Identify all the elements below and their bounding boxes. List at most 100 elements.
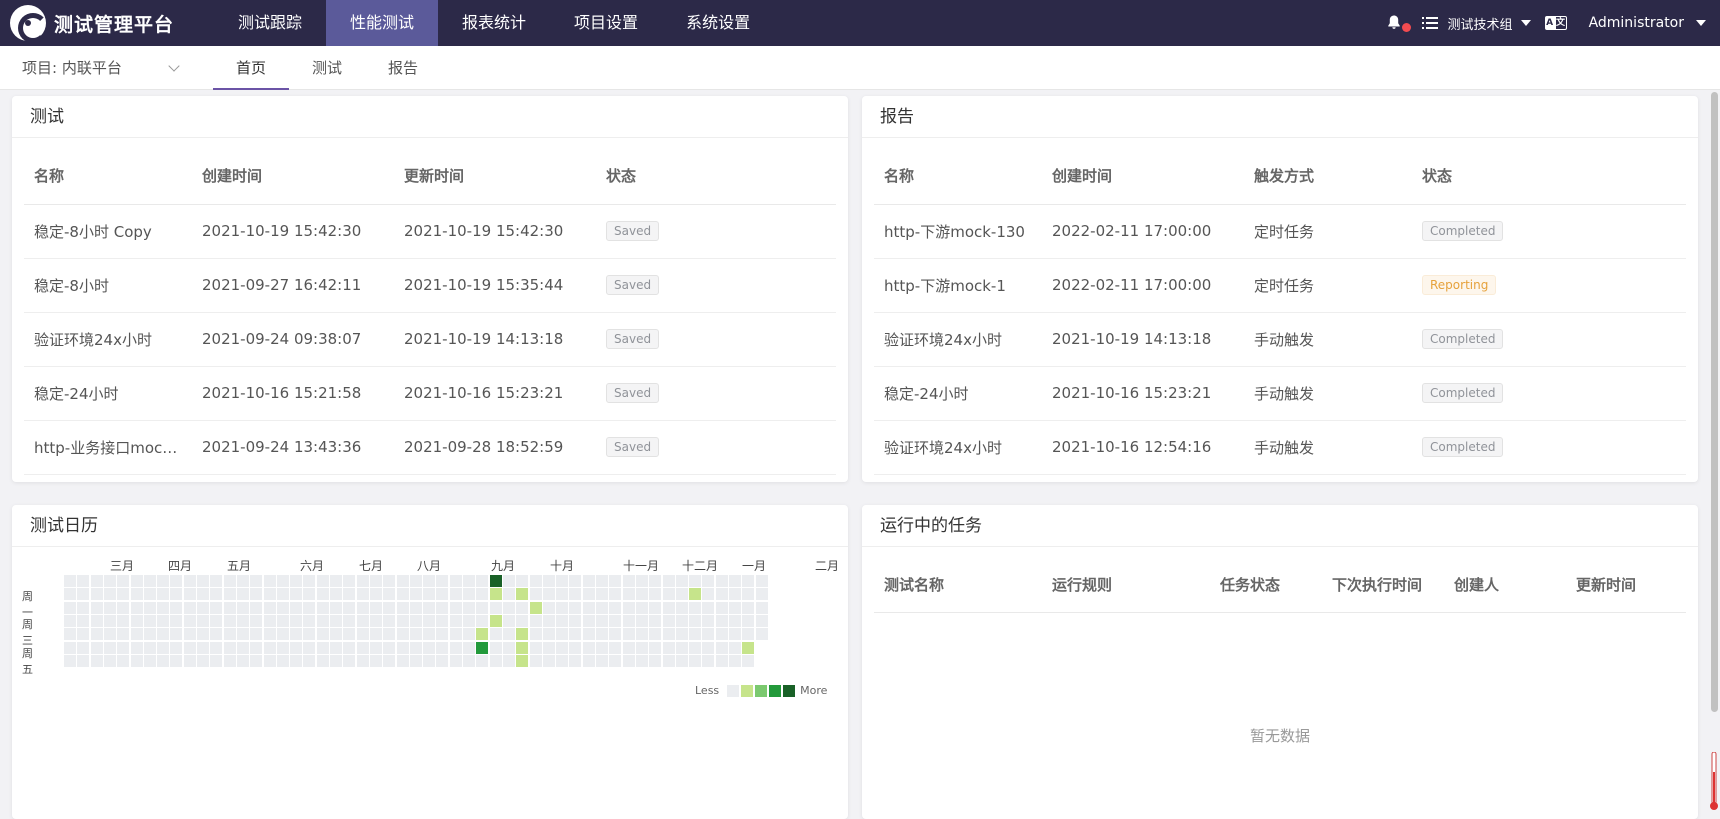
calendar-day-cell[interactable] bbox=[662, 575, 675, 587]
report-name[interactable]: http-下游mock-130 bbox=[874, 204, 1042, 259]
calendar-day-cell[interactable] bbox=[170, 654, 183, 667]
nav-system-settings[interactable]: 系统设置 bbox=[662, 0, 774, 46]
calendar-day-cell[interactable] bbox=[489, 575, 502, 587]
calendar-day-cell[interactable] bbox=[622, 654, 635, 667]
calendar-day-cell[interactable] bbox=[343, 588, 356, 601]
calendar-day-cell[interactable] bbox=[157, 575, 170, 587]
calendar-day-cell[interactable] bbox=[90, 654, 103, 667]
calendar-day-cell[interactable] bbox=[383, 614, 396, 627]
calendar-day-cell[interactable] bbox=[383, 575, 396, 587]
calendar-day-cell[interactable] bbox=[755, 601, 768, 614]
calendar-day-cell[interactable] bbox=[516, 654, 529, 667]
calendar-day-cell[interactable] bbox=[569, 628, 582, 641]
calendar-day-cell[interactable] bbox=[170, 588, 183, 601]
calendar-day-cell[interactable] bbox=[463, 641, 475, 654]
calendar-day-cell[interactable] bbox=[197, 601, 209, 614]
calendar-day-cell[interactable] bbox=[143, 641, 156, 654]
calendar-day-cell[interactable] bbox=[236, 628, 249, 641]
calendar-day-cell[interactable] bbox=[609, 588, 622, 601]
calendar-day-cell[interactable] bbox=[742, 575, 755, 587]
calendar-day-cell[interactable] bbox=[436, 614, 449, 627]
calendar-day-cell[interactable] bbox=[702, 601, 715, 614]
calendar-day-cell[interactable] bbox=[689, 628, 702, 641]
calendar-day-cell[interactable] bbox=[556, 601, 569, 614]
calendar-day-cell[interactable] bbox=[556, 614, 569, 627]
calendar-day-cell[interactable] bbox=[303, 628, 316, 641]
calendar-day-cell[interactable] bbox=[436, 601, 449, 614]
table-row[interactable]: http-下游mock-1 2022-02-11 17:00:00 定时任务 Repo… bbox=[874, 258, 1686, 313]
calendar-day-cell[interactable] bbox=[742, 601, 755, 614]
calendar-day-cell[interactable] bbox=[476, 614, 489, 627]
calendar-day-cell[interactable] bbox=[290, 641, 303, 654]
calendar-day-cell[interactable] bbox=[330, 601, 342, 614]
calendar-day-cell[interactable] bbox=[383, 654, 396, 667]
calendar-day-cell[interactable] bbox=[622, 588, 635, 601]
calendar-day-cell[interactable] bbox=[556, 654, 569, 667]
calendar-day-cell[interactable] bbox=[369, 575, 382, 587]
user-menu[interactable]: Administrator bbox=[1589, 15, 1684, 31]
calendar-day-cell[interactable] bbox=[423, 575, 436, 587]
calendar-day-cell[interactable] bbox=[569, 654, 582, 667]
calendar-day-cell[interactable] bbox=[383, 588, 396, 601]
calendar-day-cell[interactable] bbox=[117, 601, 130, 614]
calendar-day-cell[interactable] bbox=[130, 588, 143, 601]
test-name[interactable]: 稳定-8小时 Copy bbox=[24, 204, 192, 259]
calendar-day-cell[interactable] bbox=[715, 588, 728, 601]
calendar-day-cell[interactable] bbox=[596, 601, 608, 614]
calendar-day-cell[interactable] bbox=[223, 575, 236, 587]
calendar-day-cell[interactable] bbox=[343, 614, 356, 627]
calendar-day-cell[interactable] bbox=[715, 614, 728, 627]
calendar-day-cell[interactable] bbox=[263, 575, 276, 587]
calendar-day-cell[interactable] bbox=[409, 614, 422, 627]
calendar-day-cell[interactable] bbox=[489, 601, 502, 614]
calendar-day-cell[interactable] bbox=[330, 654, 342, 667]
calendar-day-cell[interactable] bbox=[77, 628, 90, 641]
calendar-day-cell[interactable] bbox=[542, 575, 555, 587]
calendar-day-cell[interactable] bbox=[675, 614, 688, 627]
calendar-day-cell[interactable] bbox=[502, 614, 515, 627]
calendar-day-cell[interactable] bbox=[157, 614, 170, 627]
calendar-day-cell[interactable] bbox=[476, 601, 489, 614]
calendar-day-cell[interactable] bbox=[409, 588, 422, 601]
bell-icon[interactable] bbox=[1386, 14, 1411, 32]
calendar-day-cell[interactable] bbox=[635, 654, 648, 667]
calendar-day-cell[interactable] bbox=[303, 601, 316, 614]
calendar-day-cell[interactable] bbox=[316, 628, 329, 641]
calendar-day-cell[interactable] bbox=[529, 654, 542, 667]
calendar-day-cell[interactable] bbox=[223, 628, 236, 641]
calendar-day-cell[interactable] bbox=[316, 588, 329, 601]
calendar-day-cell[interactable] bbox=[77, 641, 90, 654]
calendar-day-cell[interactable] bbox=[649, 654, 662, 667]
calendar-day-cell[interactable] bbox=[210, 641, 223, 654]
calendar-day-cell[interactable] bbox=[569, 614, 582, 627]
calendar-day-cell[interactable] bbox=[103, 641, 116, 654]
calendar-day-cell[interactable] bbox=[635, 628, 648, 641]
calendar-day-cell[interactable] bbox=[489, 641, 502, 654]
calendar-day-cell[interactable] bbox=[103, 654, 116, 667]
calendar-day-cell[interactable] bbox=[290, 575, 303, 587]
calendar-day-cell[interactable] bbox=[369, 641, 382, 654]
calendar-day-cell[interactable] bbox=[369, 588, 382, 601]
calendar-day-cell[interactable] bbox=[303, 575, 316, 587]
calendar-day-cell[interactable] bbox=[197, 654, 209, 667]
page-scrollbar[interactable] bbox=[1708, 90, 1720, 819]
calendar-day-cell[interactable] bbox=[223, 641, 236, 654]
caret-down-icon[interactable] bbox=[1520, 20, 1531, 26]
calendar-day-cell[interactable] bbox=[396, 641, 409, 654]
calendar-day-cell[interactable] bbox=[396, 654, 409, 667]
tab-tests[interactable]: 测试 bbox=[289, 46, 365, 90]
calendar-day-cell[interactable] bbox=[476, 641, 489, 654]
calendar-day-cell[interactable] bbox=[183, 654, 196, 667]
table-row[interactable]: 稳定-8小时 2021-09-27 16:42:11 2021-10-19 15:3… bbox=[24, 258, 836, 313]
calendar-day-cell[interactable] bbox=[276, 641, 289, 654]
table-row[interactable]: 验证环境24x小时 2021-10-19 14:13:18 手动触发 Complete… bbox=[874, 312, 1686, 367]
calendar-day-cell[interactable] bbox=[556, 628, 569, 641]
calendar-day-cell[interactable] bbox=[250, 641, 263, 654]
calendar-day-cell[interactable] bbox=[423, 628, 436, 641]
calendar-day-cell[interactable] bbox=[290, 654, 303, 667]
calendar-day-cell[interactable] bbox=[516, 628, 529, 641]
calendar-day-cell[interactable] bbox=[290, 601, 303, 614]
calendar-day-cell[interactable] bbox=[64, 575, 76, 587]
calendar-day-cell[interactable] bbox=[715, 628, 728, 641]
calendar-day-cell[interactable] bbox=[423, 654, 436, 667]
